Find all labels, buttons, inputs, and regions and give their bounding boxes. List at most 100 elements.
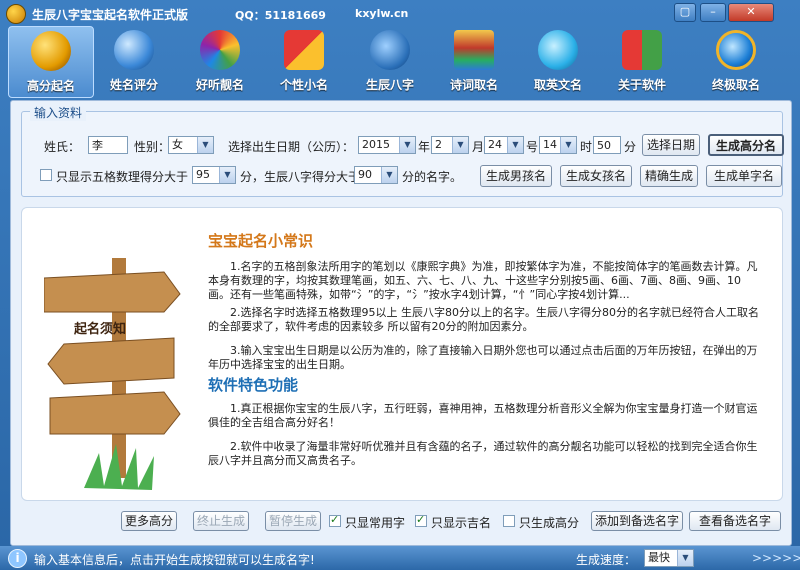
main-toolbar: 高分起名 姓名评分 好听靓名 个性小名 生辰八字 诗词取名 取英文名 关于软件	[0, 26, 800, 98]
section-title-features: 软件特色功能	[208, 376, 299, 394]
speed-label: 生成速度：	[576, 553, 637, 567]
minimize-button[interactable]: –	[700, 3, 726, 22]
flower-icon	[200, 30, 240, 70]
input-group: 输入资料 姓氏： 李 性别： 女 ▼ 选择出生日期（公历）： 2015 ▼ 年 …	[21, 104, 784, 197]
tool-label: 好听靓名	[195, 78, 244, 92]
generate-boy-button[interactable]: 生成男孩名	[480, 165, 552, 187]
chevron-down-icon: ▼	[560, 137, 576, 153]
gender-label: 性别：	[134, 140, 171, 154]
wuge-score-value: 95	[196, 168, 210, 181]
tool-nice-names[interactable]: 好听靓名	[178, 26, 262, 96]
pause-generate-button[interactable]: 暂停生成	[265, 511, 321, 531]
close-button[interactable]: ✕	[728, 3, 774, 22]
exact-generate-button[interactable]: 精确生成	[640, 165, 698, 187]
tool-label: 高分起名	[26, 79, 75, 93]
browser-icon	[538, 30, 578, 70]
minute-unit: 分	[624, 140, 637, 154]
tool-about[interactable]: 关于软件	[600, 26, 684, 96]
more-high-score-button[interactable]: 更多高分	[121, 511, 177, 531]
status-message: 输入基本信息后，点击开始生成按钮就可以生成名字!	[34, 553, 315, 567]
surname-input[interactable]: 李	[88, 136, 128, 154]
menu-button[interactable]: ▢	[674, 3, 696, 22]
view-candidates-button[interactable]: 查看备选名字	[689, 511, 781, 531]
app-window: 生辰八字宝宝起名软件正式版 QQ：51181669 kxylw.cn ▢ – ✕…	[0, 0, 800, 570]
day-value: 24	[488, 138, 502, 151]
filter-mid: 分，生辰八字得分大于	[240, 170, 361, 184]
generate-girl-button[interactable]: 生成女孩名	[560, 165, 632, 187]
chevron-down-icon: ▼	[399, 137, 415, 153]
tool-label: 姓名评分	[109, 78, 158, 92]
filter-suffix: 分的名字。	[402, 170, 463, 184]
sign-board-top	[44, 271, 181, 313]
hour-value: 14	[543, 138, 557, 151]
add-to-candidates-button[interactable]: 添加到备选名字	[591, 511, 683, 531]
wuge-score-select[interactable]: 95 ▼	[192, 166, 236, 184]
website: kxylw.cn	[355, 7, 409, 20]
hour-unit: 时	[580, 140, 593, 154]
tool-nicknames[interactable]: 个性小名	[262, 26, 346, 96]
section-title-tips: 宝宝起名小常识	[208, 232, 314, 250]
app-logo-icon	[6, 4, 26, 24]
high-score-only-label: 只生成高分	[519, 516, 580, 530]
tip-paragraph-2: 2.选择名字时选择五格数理95以上 生辰八字80分以上的名字。生辰八字得分80分…	[208, 306, 759, 333]
tool-name-scoring[interactable]: 姓名评分	[92, 26, 176, 96]
day-unit: 号	[526, 140, 539, 154]
horse-icon	[370, 30, 410, 70]
common-chars-label: 只显常用字	[345, 516, 406, 530]
lucky-names-checkbox[interactable]	[415, 513, 427, 527]
tool-english-names[interactable]: 取英文名	[516, 26, 600, 96]
books-icon	[454, 30, 494, 70]
generate-high-score-button[interactable]: 生成高分名	[708, 134, 784, 156]
year-value: 2015	[362, 138, 390, 151]
content-panel: 输入资料 姓氏： 李 性别： 女 ▼ 选择出生日期（公历）： 2015 ▼ 年 …	[10, 100, 792, 546]
chevron-down-icon: ▼	[381, 167, 397, 183]
wuge-filter-checkbox[interactable]	[40, 169, 52, 181]
tool-label: 取英文名	[533, 78, 582, 92]
resize-arrows: >>>>>	[752, 551, 800, 565]
year-select[interactable]: 2015 ▼	[358, 136, 416, 154]
tool-ultimate-naming[interactable]: 终极取名	[694, 26, 778, 96]
tool-birth-bazi[interactable]: 生辰八字	[348, 26, 432, 96]
tool-label: 终极取名	[711, 78, 760, 92]
windows-flag-icon	[622, 30, 662, 70]
speed-value: 最快	[648, 551, 670, 564]
tool-label: 生辰八字	[365, 78, 414, 92]
title-bar: 生辰八字宝宝起名软件正式版 QQ：51181669 kxylw.cn ▢ – ✕	[0, 0, 800, 26]
window-title: 生辰八字宝宝起名软件正式版	[32, 8, 189, 22]
tool-label: 关于软件	[617, 78, 666, 92]
tool-poetry-naming[interactable]: 诗词取名	[432, 26, 516, 96]
generate-single-char-button[interactable]: 生成单字名	[706, 165, 782, 187]
hour-select[interactable]: 14 ▼	[539, 136, 577, 154]
month-select[interactable]: 2 ▼	[431, 136, 469, 154]
tool-high-score-naming[interactable]: 高分起名	[8, 26, 94, 98]
sign-text: 起名须知	[74, 322, 127, 337]
common-chars-checkbox[interactable]	[329, 513, 341, 527]
tool-label: 个性小名	[279, 78, 328, 92]
birth-date-label: 选择出生日期（公历）：	[228, 140, 355, 154]
globe-icon	[114, 30, 154, 70]
minute-input[interactable]: 50	[593, 136, 621, 154]
feature-paragraph-2: 2.软件中收录了海量非常好听优雅并且有含蕴的名子，通过软件的高分靓名功能可以轻松…	[208, 440, 758, 467]
month-unit: 月	[472, 140, 485, 154]
gender-value: 女	[172, 138, 183, 151]
surname-label: 姓氏：	[44, 140, 81, 154]
lucky-names-label: 只显示吉名	[431, 516, 492, 530]
gender-select[interactable]: 女 ▼	[168, 136, 214, 154]
tool-label: 诗词取名	[449, 78, 498, 92]
chevron-down-icon: ▼	[219, 167, 235, 183]
feature-paragraph-1: 1.真正根据你宝宝的生辰八字，五行旺弱，喜神用神，五格数理分析音形义全解为你宝宝…	[208, 402, 758, 429]
pick-date-button[interactable]: 选择日期	[642, 134, 700, 156]
info-area: 起名须知 宝宝起名小常识 1.名字的五格剖象法所用字的笔划以《康熙字典》为准，即…	[21, 207, 783, 501]
stop-generate-button[interactable]: 终止生成	[193, 511, 249, 531]
bazi-score-select[interactable]: 90 ▼	[354, 166, 398, 184]
puzzle-icon	[284, 30, 324, 70]
chevron-down-icon: ▼	[507, 137, 523, 153]
qq-number: QQ：51181669	[235, 9, 326, 22]
day-select[interactable]: 24 ▼	[484, 136, 524, 154]
chevron-down-icon: ▼	[197, 137, 213, 153]
chevron-down-icon: ▼	[677, 550, 693, 566]
high-score-only-checkbox[interactable]	[503, 515, 515, 527]
speed-select[interactable]: 最快 ▼	[644, 549, 694, 567]
filter-prefix: 只显示五格数理得分大于	[56, 170, 189, 184]
ie-globe-icon	[716, 30, 756, 70]
